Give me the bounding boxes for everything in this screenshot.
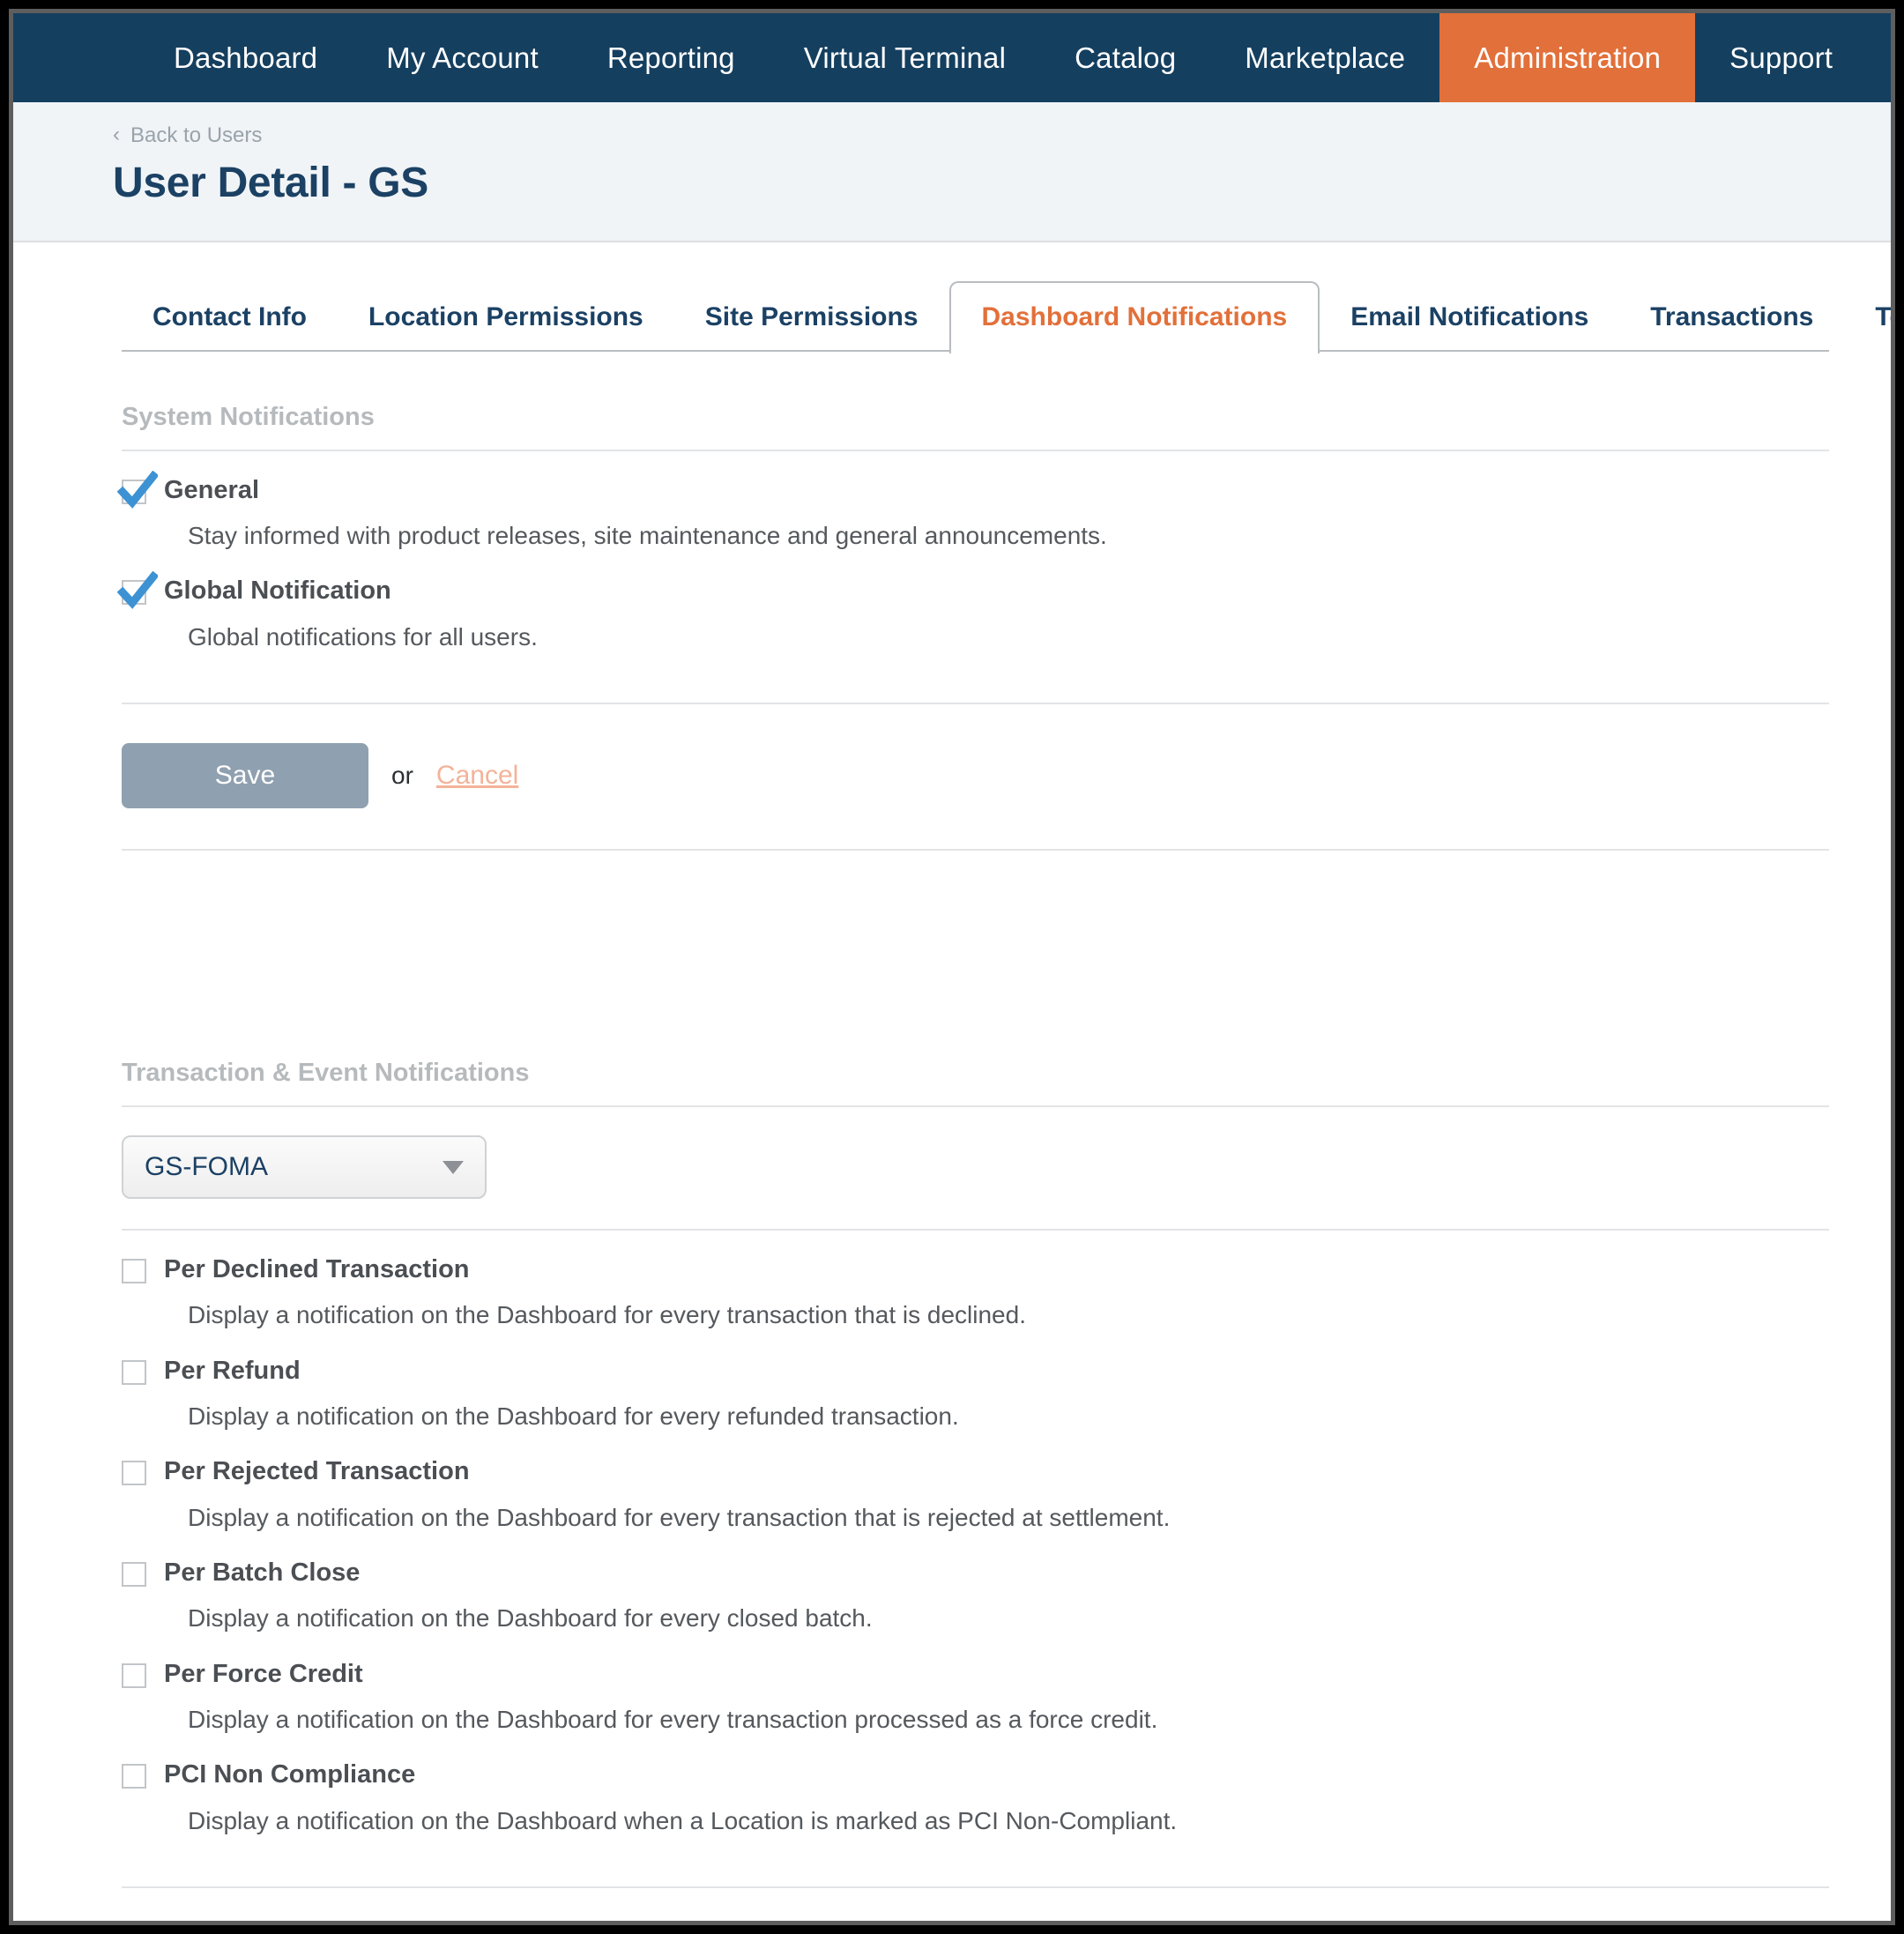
checkbox-label-per-force-credit[interactable]: Per Force Credit	[164, 1658, 363, 1690]
checkbox-label-per-refund[interactable]: Per Refund	[164, 1355, 301, 1387]
checkbox-description-general: Stay informed with product releases, sit…	[188, 522, 1107, 550]
nav-item-reporting[interactable]: Reporting	[573, 13, 770, 102]
nav-item-support[interactable]: Support	[1695, 13, 1867, 102]
system-notifications-list: General Stay informed with product releas…	[117, 451, 1829, 653]
checkbox-description-per-declined-transaction: Display a notification on the Dashboard …	[188, 1301, 1026, 1329]
checkbox-description-global-notification: Global notifications for all users.	[188, 622, 538, 651]
checkbox-description-per-batch-close: Display a notification on the Dashboard …	[188, 1604, 873, 1633]
checkbox-global-notification[interactable]	[117, 571, 158, 610]
checkbox-label-general[interactable]: General	[164, 474, 259, 506]
tab-panel-dashboard-notifications: System Notifications General Stay informe…	[13, 352, 1891, 1921]
nav-item-my-account[interactable]: My Account	[352, 13, 573, 102]
checkbox-general[interactable]	[117, 470, 158, 509]
checkbox-description-per-rejected-transaction: Display a notification on the Dashboard …	[188, 1503, 1171, 1531]
notification-option-global-notification[interactable]: Global Notification	[117, 552, 1829, 610]
checkbox-label-per-declined-transaction[interactable]: Per Declined Transaction	[164, 1253, 470, 1285]
checkbox-label-per-rejected-transaction[interactable]: Per Rejected Transaction	[164, 1455, 470, 1487]
checkmark-icon	[117, 470, 158, 509]
top-navigation: Dashboard My Account Reporting Virtual Term…	[13, 13, 1891, 102]
tab-email-notifications[interactable]: Email Notifications	[1320, 288, 1619, 352]
tab-contact-info[interactable]: Contact Info	[122, 288, 338, 352]
notification-option-per-force-credit[interactable]: Per Force Credit	[122, 1635, 1829, 1690]
checkbox-description-pci-non-compliance: Display a notification on the Dashboard …	[188, 1806, 1178, 1834]
location-select[interactable]: GS-FOMA	[122, 1135, 487, 1200]
checkbox-label-per-batch-close[interactable]: Per Batch Close	[164, 1557, 360, 1588]
system-notifications-title: System Notifications	[122, 402, 375, 431]
page-title: User Detail - GS	[113, 160, 428, 206]
browser-window: Dashboard My Account Reporting Virtual Term…	[9, 9, 1895, 1925]
notification-option-general[interactable]: General	[117, 451, 1829, 509]
cancel-link[interactable]: Cancel	[436, 761, 518, 791]
checkbox-description-per-refund: Display a notification on the Dashboard …	[188, 1402, 959, 1430]
checkbox-per-rejected-transaction[interactable]	[122, 1461, 146, 1486]
nav-item-administration[interactable]: Administration	[1439, 13, 1696, 102]
screen: Dashboard My Account Reporting Virtual Term…	[0, 0, 1904, 1934]
checkbox-per-batch-close[interactable]	[122, 1562, 146, 1587]
notification-option-per-rejected-transaction[interactable]: Per Rejected Transaction	[122, 1432, 1829, 1487]
notification-option-per-batch-close[interactable]: Per Batch Close	[122, 1534, 1829, 1588]
chevron-left-icon: ‹	[113, 123, 120, 146]
or-label: or	[391, 762, 413, 790]
checkbox-label-pci-non-compliance[interactable]: PCI Non Compliance	[164, 1759, 415, 1790]
system-actions: Save or Cancel	[122, 704, 1829, 849]
nav-item-catalog[interactable]: Catalog	[1040, 13, 1210, 102]
back-to-users-link[interactable]: ‹ Back to Users	[113, 123, 1891, 148]
transaction-notifications-list: Per Declined Transaction Display a notifi…	[122, 1231, 1829, 1837]
nav-item-marketplace[interactable]: Marketplace	[1210, 13, 1439, 102]
checkbox-pci-non-compliance[interactable]	[122, 1764, 146, 1789]
nav-item-virtual-terminal[interactable]: Virtual Terminal	[770, 13, 1040, 102]
transaction-actions: Save or Cancel	[122, 1888, 1829, 1921]
save-button[interactable]: Save	[122, 743, 368, 809]
checkbox-per-declined-transaction[interactable]	[122, 1259, 146, 1284]
back-to-users-label: Back to Users	[130, 123, 263, 147]
transaction-notifications-title: Transaction & Event Notifications	[122, 1059, 530, 1088]
checkmark-icon	[117, 571, 158, 610]
tab-bar: Contact Info Location Permissions Site Per…	[13, 242, 1891, 353]
tab-terminal[interactable]: Terminal	[1844, 288, 1891, 352]
location-select-value: GS-FOMA	[145, 1152, 268, 1182]
checkbox-label-global-notification[interactable]: Global Notification	[164, 575, 391, 606]
checkbox-per-force-credit[interactable]	[122, 1662, 146, 1688]
tab-dashboard-notifications[interactable]: Dashboard Notifications	[948, 280, 1320, 353]
checkbox-per-refund[interactable]	[122, 1359, 146, 1385]
chevron-down-icon	[443, 1160, 464, 1174]
location-select-wrap: GS-FOMA	[122, 1107, 1829, 1229]
page-header: ‹ Back to Users User Detail - GS	[13, 102, 1891, 242]
notification-option-per-refund[interactable]: Per Refund	[122, 1332, 1829, 1387]
tab-site-permissions[interactable]: Site Permissions	[674, 288, 949, 352]
nav-item-dashboard[interactable]: Dashboard	[139, 13, 352, 102]
notification-option-per-declined-transaction[interactable]: Per Declined Transaction	[122, 1231, 1829, 1285]
notification-option-pci-non-compliance[interactable]: PCI Non Compliance	[122, 1736, 1829, 1790]
tab-location-permissions[interactable]: Location Permissions	[338, 288, 674, 352]
tab-transactions[interactable]: Transactions	[1619, 288, 1844, 352]
checkbox-description-per-force-credit: Display a notification on the Dashboard …	[188, 1705, 1158, 1733]
